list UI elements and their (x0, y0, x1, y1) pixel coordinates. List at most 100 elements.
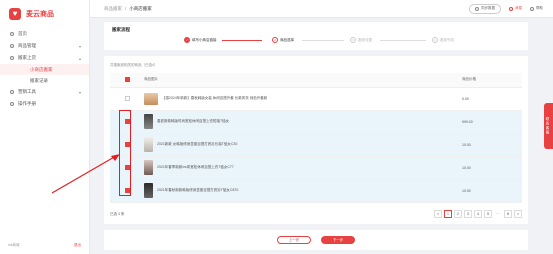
price-column-header: 商品价格 (462, 73, 522, 88)
product-title: 2021年春季新款ins风宽松休闲百搭上衣T恤女C77 (157, 165, 234, 169)
step-3: 3 搬家设置 (350, 37, 372, 43)
message-label: 消息 (515, 6, 522, 10)
help-label: 帮助 (536, 6, 543, 10)
step-4-label: 搬家完成 (440, 37, 454, 42)
page-button: … (494, 210, 502, 218)
table-row[interactable]: 【感2024年新款】春秋韩版女装 休闲百搭外套 长款风衣 纯色外套款 0.00 (110, 87, 522, 111)
product-title: 春夏新款韩版时尚宽松休闲百搭上衣短袖T恤女 (157, 119, 230, 123)
page-button[interactable]: 8 (504, 210, 512, 218)
page-button[interactable]: 5 (484, 210, 492, 218)
sidebar-item-label: 搬家上货 (18, 55, 36, 60)
sidebar-nav: 首页 商品管理 ▾ 搬家上货 ▴ 小商店搬家 搬家记录营销工具 ▾ 操作手册 (0, 28, 89, 110)
sidebar-item[interactable]: 首页 (0, 28, 89, 40)
table-row[interactable]: 2021新款 女韩版修身显瘦百搭打底衫长袖T恤女C30 10.00 (110, 133, 522, 157)
row-checkbox[interactable] (124, 96, 130, 101)
breadcrumb-parent[interactable]: 商品搬家 (104, 6, 122, 12)
sidebar: ♥ 麦云商品 首页 商品管理 ▾ 搬家上货 ▴ 小商店搬家 搬家记录营销工具 ▾ 操作手册 in… (0, 0, 90, 254)
step-4-number: 4 (432, 37, 438, 43)
product-thumbnail (144, 137, 153, 152)
step-indicator: ✓ 填写小商店链接 2 商品选择 3 搬家设置 4 搬家完成 (184, 37, 514, 45)
product-info: 2021年春秋新款韩版修身显瘦百搭打底衫T恤女C870 (144, 183, 462, 198)
actions-panel: 上一步 下一步 (104, 230, 528, 250)
topbar: 商品搬家 / 小商店搬家 同步数据 消息 帮助 (90, 0, 553, 18)
step-1-label: 填写小商店链接 (192, 37, 217, 42)
select-cell (110, 87, 144, 111)
table-header: 商品图片 商品价格 (110, 73, 522, 88)
product-thumbnail (144, 92, 158, 105)
product-cell: 2021新款 女韩版修身显瘦百搭打底衫长袖T恤女C30 (144, 133, 462, 157)
product-info: 2021新款 女韩版修身显瘦百搭打底衫长袖T恤女C30 (144, 137, 462, 152)
annotation-arrow-icon (51, 154, 120, 194)
app-logo[interactable]: ♥ 麦云商品 (0, 0, 89, 28)
upload-icon (10, 56, 14, 60)
step-2-number: 2 (272, 37, 278, 43)
page-button[interactable]: 1 (444, 210, 452, 218)
bell-icon (509, 6, 513, 11)
sync-button[interactable]: 同步数据 (469, 3, 501, 14)
step-connector (302, 40, 344, 41)
steps-title: 搬家流程 (112, 27, 130, 32)
chevron-icon: ▾ (78, 89, 81, 95)
chevron-icon: ▴ (78, 55, 81, 61)
step-3-label: 搬家设置 (358, 37, 372, 42)
select-all-checkbox[interactable] (124, 77, 130, 83)
sidebar-item[interactable]: 搬家上货 ▴ (0, 52, 89, 64)
product-title: 2021新款 女韩版修身显瘦百搭打底衫长袖T恤女C30 (157, 142, 238, 146)
sidebar-subitem[interactable]: 搬家记录 (0, 75, 89, 86)
product-cell: 2021年春季新款ins风宽松休闲百搭上衣T恤女C77 (144, 156, 462, 180)
product-info: 春夏新款韩版时尚宽松休闲百搭上衣短袖T恤女 (144, 114, 462, 129)
step-2: 2 商品选择 (272, 37, 294, 43)
sync-button-label: 同步数据 (481, 6, 495, 10)
heart-logo-icon: ♥ (9, 8, 21, 20)
sidebar-item-label: 操作手册 (18, 101, 36, 106)
help-button[interactable]: 帮助 (530, 6, 543, 11)
product-price: 999.00 (462, 110, 522, 134)
app-name: 麦云商品 (26, 11, 54, 18)
product-column-header: 商品图片 (144, 73, 462, 88)
shop-name: ink商城 (8, 243, 20, 247)
table-footer: 已选 4 条 <1 2 3 4 5… 8 > (110, 209, 522, 219)
product-price: 10.00 (462, 133, 522, 157)
product-cell: 2021年春秋新款韩版修身显瘦百搭打底衫T恤女C870 (144, 179, 462, 203)
search-result-info: 共搜索到相关的商品（已选4） (110, 63, 158, 67)
prev-page-button[interactable]: < (434, 210, 442, 218)
next-step-button[interactable]: 下一步 (321, 236, 355, 244)
table-row[interactable]: 春夏新款韩版时尚宽松休闲百搭上衣短袖T恤女 999.00 (110, 110, 522, 134)
book-icon (10, 102, 14, 106)
step-3-number: 3 (350, 37, 356, 43)
message-button[interactable]: 消息 (509, 6, 522, 11)
sidebar-subitem[interactable]: 小商店搬家 (0, 64, 89, 75)
product-info: 【感2024年新款】春秋韩版女装 休闲百搭外套 长款风衣 纯色外套款 (144, 92, 462, 105)
product-price: 10.00 (462, 179, 522, 203)
breadcrumb-separator: / (125, 6, 127, 11)
home-icon (10, 32, 14, 36)
step-connector (380, 40, 426, 41)
select-all-header (110, 73, 144, 88)
pagination: <1 2 3 4 5… 8 > (434, 210, 522, 218)
product-cell: 【感2024年新款】春秋韩版女装 休闲百搭外套 长款风衣 纯色外套款 (144, 87, 462, 111)
step-4: 4 搬家完成 (432, 37, 454, 43)
logout-link[interactable]: 退出 (74, 243, 81, 248)
sidebar-item[interactable]: 操作手册 (0, 98, 89, 110)
product-thumbnail (144, 183, 153, 198)
product-thumbnail (144, 160, 153, 175)
page-button[interactable]: 4 (474, 210, 482, 218)
product-title: 【感2024年新款】春秋韩版女装 休闲百搭外套 长款风衣 纯色外套款 (162, 96, 268, 100)
prev-step-button[interactable]: 上一步 (277, 236, 311, 244)
page-button[interactable]: 3 (464, 210, 472, 218)
sidebar-item[interactable]: 营销工具 ▾ (0, 86, 89, 98)
product-table: 商品图片 商品价格 【感2024年新款】春秋韩版女装 休闲百搭外套 长款风衣 纯… (110, 73, 522, 203)
product-title: 2021年春秋新款韩版修身显瘦百搭打底衫T恤女C870 (157, 188, 239, 192)
table-row[interactable]: 2021年春秋新款韩版修身显瘦百搭打底衫T恤女C870 10.00 (110, 179, 522, 203)
selected-count: 已选 4 条 (110, 211, 125, 216)
next-page-button[interactable]: > (514, 210, 522, 218)
box-icon (10, 44, 14, 48)
product-info: 2021年春季新款ins风宽松休闲百搭上衣T恤女C77 (144, 160, 462, 175)
table-row[interactable]: 2021年春季新款ins风宽松休闲百搭上衣T恤女C77 10.00 (110, 156, 522, 180)
sidebar-footer: ink商城 退出 (8, 243, 81, 248)
contact-service-tab[interactable]: 联系客服 (544, 103, 553, 149)
page-button[interactable]: 2 (454, 210, 462, 218)
sidebar-item[interactable]: 商品管理 ▾ (0, 40, 89, 52)
step-1: ✓ 填写小商店链接 (184, 37, 217, 43)
sidebar-item-label: 营销工具 (18, 89, 36, 94)
